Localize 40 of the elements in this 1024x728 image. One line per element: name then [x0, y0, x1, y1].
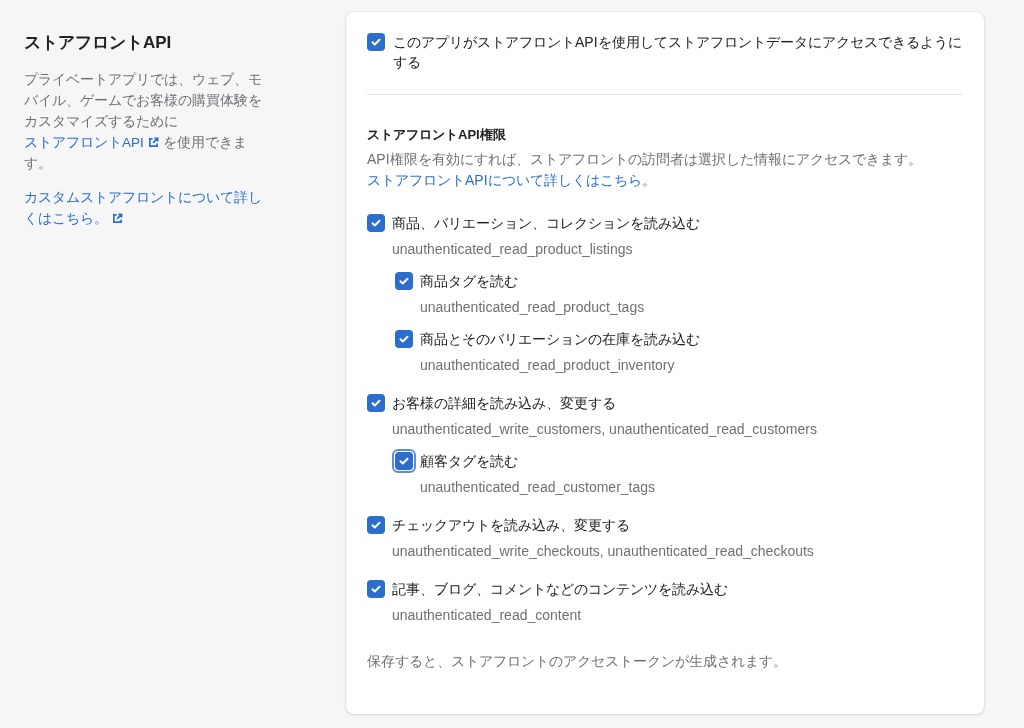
checkbox[interactable]	[395, 330, 413, 348]
checkbox[interactable]	[395, 272, 413, 290]
permission-label: 記事、ブログ、コメントなどのコンテンツを読み込む	[392, 580, 728, 599]
footer-note: 保存すると、ストアフロントのアクセストークンが生成されます。	[367, 652, 788, 671]
enable-checkbox-label: このアプリがストアフロントAPIを使用してストアフロントデータにアクセスできるようにする	[393, 33, 963, 72]
checkbox[interactable]	[367, 580, 385, 598]
permission-label: お客様の詳細を読み込み、変更する	[392, 394, 617, 413]
storefront-api-link[interactable]: ストアフロントAPI	[24, 135, 163, 150]
checkmark-icon	[370, 217, 382, 229]
checkmark-icon	[370, 583, 382, 595]
checkmark-icon	[370, 397, 382, 409]
checkmark-icon	[370, 36, 382, 48]
checkmark-icon	[398, 333, 410, 345]
permission-label: チェックアウトを読み込み、変更する	[392, 516, 631, 535]
external-link-icon	[147, 137, 159, 148]
permission-scope: unauthenticated_write_checkouts, unauthenticated_read_checkouts	[392, 542, 814, 561]
checkbox[interactable]	[367, 516, 385, 534]
permission-label: 商品タグを読む	[420, 272, 519, 291]
storefront-api-learn-more-link[interactable]: ストアフロントAPIについて詳しくはこちら。	[367, 172, 656, 188]
permission-scope: unauthenticated_read_product_listings	[392, 240, 634, 259]
permissions-title: ストアフロントAPI権限	[367, 126, 507, 144]
permission-label: 商品とそのバリエーションの在庫を読み込む	[420, 330, 700, 349]
permission-label: 顧客タグを読む	[420, 452, 519, 471]
checkbox[interactable]	[367, 33, 385, 51]
section-description: プライベートアプリでは、ウェブ、モバイル、ゲームでお客様の購買体験をカスタマイズするために ストアフロントAPI を使用できます。	[24, 71, 263, 173]
checkbox[interactable]	[367, 214, 385, 232]
permission-label: 商品、バリエーション、コレクションを読み込む	[392, 214, 700, 233]
checkbox[interactable]	[367, 394, 385, 412]
permission-scope: unauthenticated_read_content	[392, 606, 583, 625]
permission-scope: unauthenticated_read_customer_tags	[420, 478, 656, 497]
permission-scope: unauthenticated_read_product_inventory	[420, 356, 676, 375]
permission-scope: unauthenticated_read_product_tags	[420, 298, 645, 317]
external-link-icon	[112, 213, 123, 224]
learn-more-link[interactable]: カスタムストアフロントについて詳しくはこちら。	[24, 187, 274, 229]
permission-scope: unauthenticated_write_customers, unauthenticated_read_customers	[392, 420, 817, 439]
section-title: ストアフロントAPI	[24, 32, 173, 54]
permissions-description: API権限を有効にすれば、ストアフロントの訪問者は選択した情報にアクセスできます。 ストアフロントAPIについて詳しくはこちら。	[367, 150, 923, 190]
checkmark-icon	[370, 519, 382, 531]
checkmark-icon	[398, 455, 410, 467]
checkmark-icon	[398, 275, 410, 287]
